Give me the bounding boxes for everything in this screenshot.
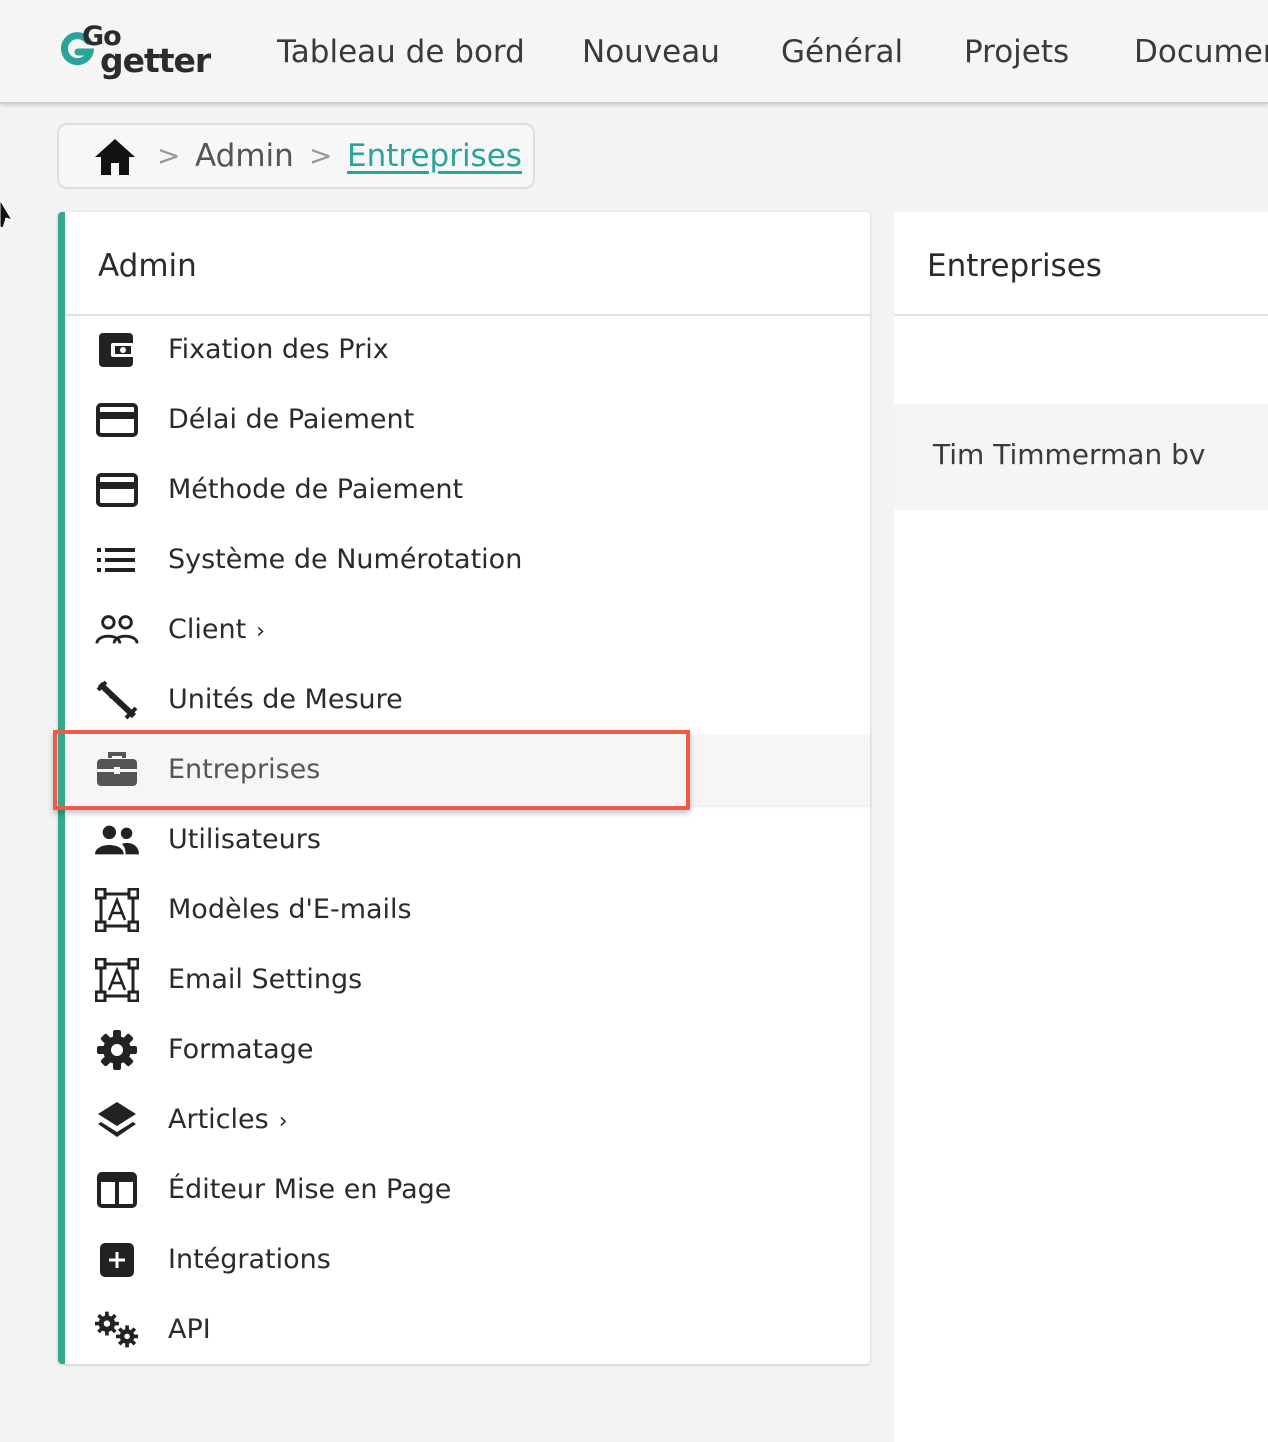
breadcrumb-separator: >: [157, 139, 181, 172]
divider: [894, 314, 1268, 316]
nav-nouveau[interactable]: Nouveau: [582, 30, 720, 74]
gear-icon: [95, 1030, 139, 1070]
ruler-icon: [95, 680, 139, 720]
gears-icon: [95, 1310, 139, 1350]
nav-general[interactable]: Général: [781, 30, 903, 74]
users-outline-icon: [95, 610, 139, 650]
sidebar-item-label: Intégrations: [168, 1244, 331, 1275]
content-title: Entreprises: [927, 248, 1102, 284]
credit-card-icon: [95, 400, 139, 440]
list-icon: [95, 540, 139, 580]
home-icon[interactable]: [93, 137, 137, 181]
sidebar-item-text: Client: [168, 614, 247, 645]
sidebar-item-editeur-mise-en-page[interactable]: Éditeur Mise en Page: [65, 1155, 870, 1225]
sidebar-item-text: Articles: [168, 1104, 269, 1135]
sidebar-item-label: Articles ›: [168, 1102, 288, 1140]
sidebar-item-label: Utilisateurs: [168, 824, 321, 855]
plus-square-icon: [95, 1240, 139, 1280]
nav-tableau-de-bord[interactable]: Tableau de bord: [277, 30, 525, 74]
nav-projets[interactable]: Projets: [964, 30, 1069, 74]
breadcrumb-entreprises[interactable]: Entreprises: [347, 137, 522, 175]
text-frame-icon: [95, 958, 139, 1002]
top-navbar: Go getter Tableau de bord Nouveau Généra…: [0, 0, 1268, 104]
layers-icon: [95, 1100, 139, 1140]
columns-icon: [95, 1170, 139, 1210]
breadcrumb-admin[interactable]: Admin: [195, 137, 294, 175]
wallet-icon: [95, 330, 139, 370]
sidebar-item-modeles-d-e-mails[interactable]: Modèles d'E-mails: [65, 875, 870, 945]
sidebar-title: Admin: [98, 248, 197, 284]
logo-text-bottom: getter: [100, 41, 211, 80]
sidebar-item-systeme-de-numerotation[interactable]: Système de Numérotation: [65, 525, 870, 595]
sidebar-item-label: Unités de Mesure: [168, 684, 403, 715]
gogetter-logo[interactable]: Go getter: [60, 22, 220, 82]
text-frame-icon: [95, 888, 139, 932]
sidebar-item-label: Éditeur Mise en Page: [168, 1174, 452, 1205]
chevron-right-icon: ›: [256, 619, 265, 644]
sidebar-item-label: Modèles d'E-mails: [168, 894, 412, 925]
sidebar-item-articles[interactable]: Articles ›: [65, 1085, 870, 1155]
users-icon: [95, 820, 139, 860]
breadcrumb-separator: >: [309, 139, 333, 172]
sidebar-item-label: Méthode de Paiement: [168, 474, 464, 505]
sidebar-item-label: API: [168, 1314, 211, 1345]
nav-documents[interactable]: Documen: [1134, 30, 1268, 74]
mouse-cursor-icon: [0, 199, 14, 229]
sidebar-item-label: Formatage: [168, 1034, 314, 1065]
company-name: Tim Timmerman bv: [933, 438, 1206, 471]
sidebar-item-integrations[interactable]: Intégrations: [65, 1225, 870, 1295]
sidebar-item-utilisateurs[interactable]: Utilisateurs: [65, 805, 870, 875]
sidebar-item-label: Système de Numérotation: [168, 544, 523, 575]
sidebar-item-label: Client ›: [168, 612, 265, 650]
sidebar-item-label: Fixation des Prix: [168, 334, 389, 365]
sidebar-item-unites-de-mesure[interactable]: Unités de Mesure: [65, 665, 870, 735]
sidebar-item-label: Email Settings: [168, 964, 363, 995]
sidebar-item-api[interactable]: API: [65, 1295, 870, 1365]
list-item[interactable]: Tim Timmerman bv: [894, 404, 1268, 510]
content-panel: Entreprises Tim Timmerman bv: [894, 212, 1268, 1442]
sidebar-item-client[interactable]: Client ›: [65, 595, 870, 665]
breadcrumb: > Admin > Entreprises: [57, 123, 535, 189]
sidebar-item-email-settings[interactable]: Email Settings: [65, 945, 870, 1015]
highlight-annotation: [53, 730, 690, 810]
sidebar-item-methode-de-paiement[interactable]: Méthode de Paiement: [65, 455, 870, 525]
sidebar-item-delai-de-paiement[interactable]: Délai de Paiement: [65, 385, 870, 455]
sidebar-item-fixation-des-prix[interactable]: Fixation des Prix: [65, 315, 870, 385]
chevron-right-icon: ›: [278, 1109, 288, 1134]
sidebar-item-formatage[interactable]: Formatage: [65, 1015, 870, 1085]
sidebar-item-label: Délai de Paiement: [168, 404, 415, 435]
credit-card-icon: [95, 470, 139, 510]
